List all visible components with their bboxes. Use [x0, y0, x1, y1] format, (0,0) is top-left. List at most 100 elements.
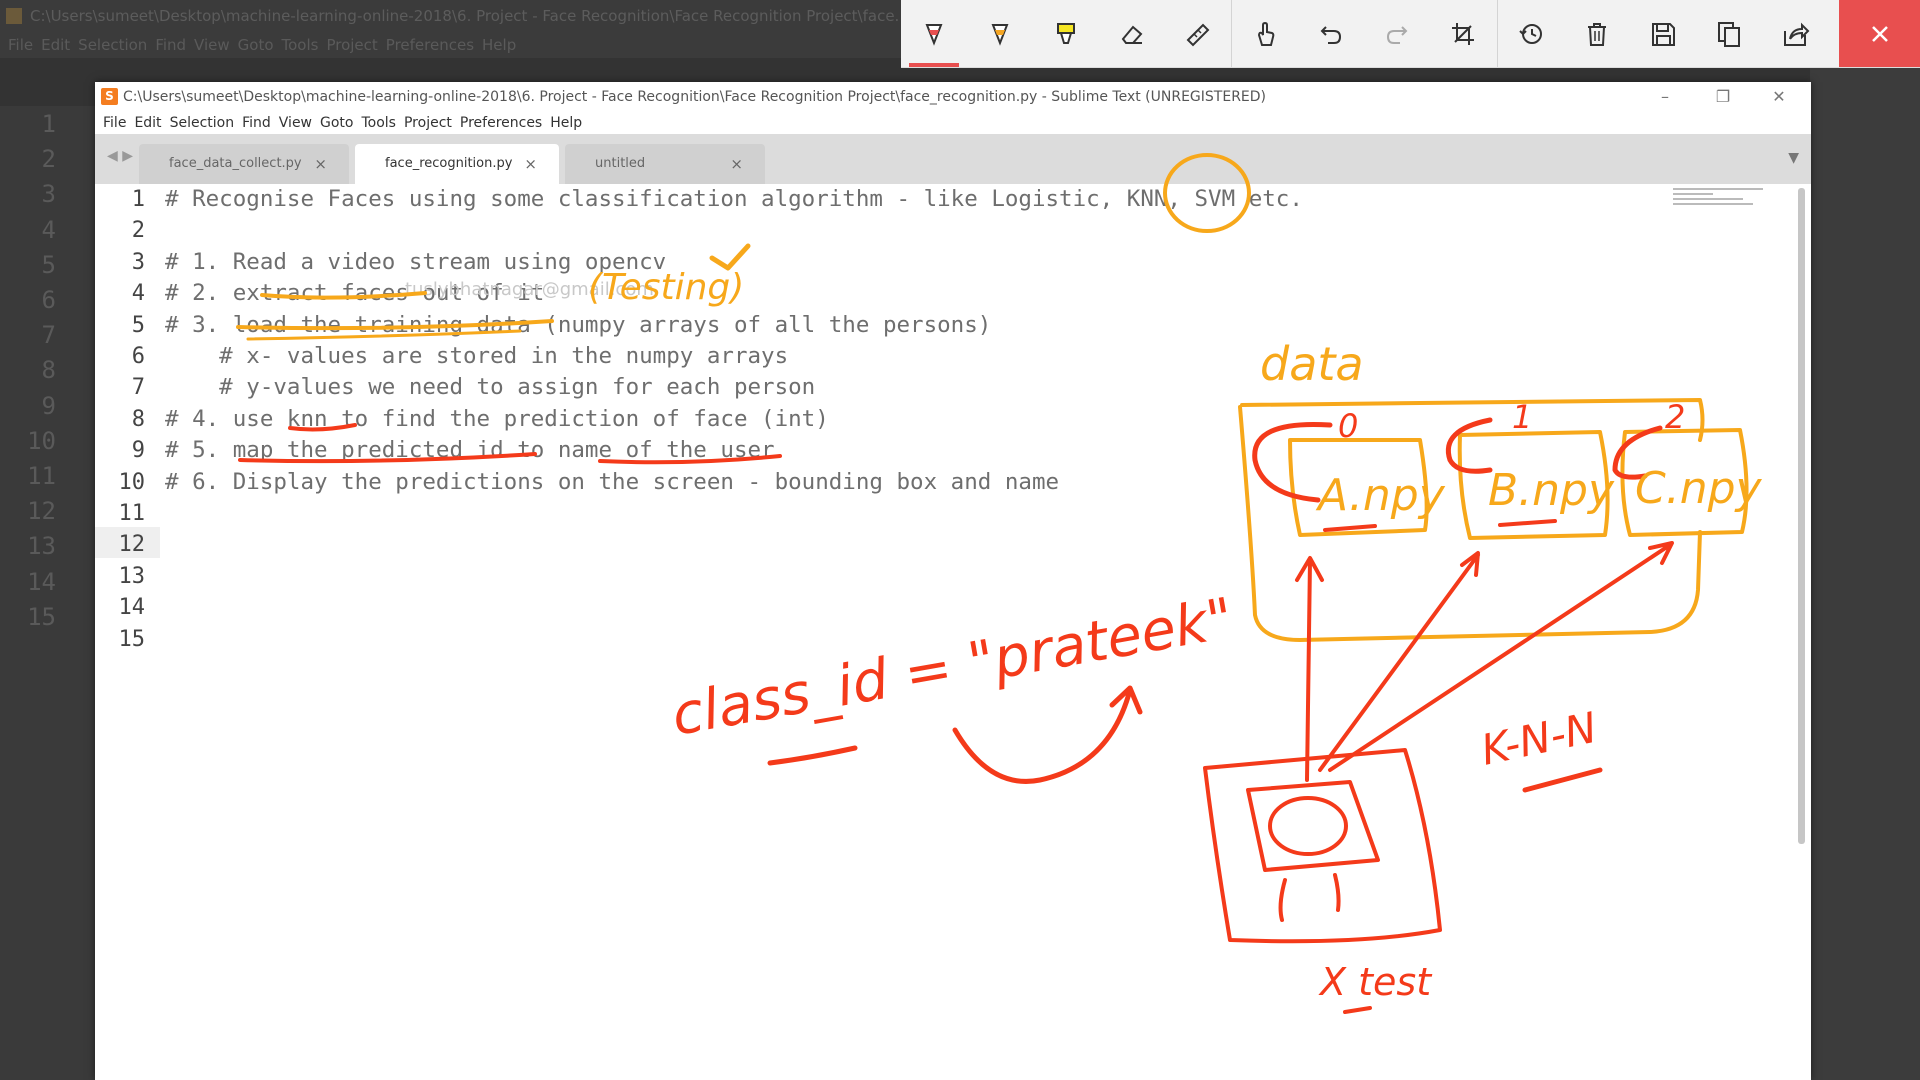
menu-item-project[interactable]: Project [404, 112, 452, 134]
ruler-icon[interactable] [1165, 0, 1231, 67]
menu-item-selection[interactable]: Selection [170, 112, 235, 134]
background-line-number: 8 [41, 356, 56, 385]
code-line[interactable]: # 5. map the predicted id to name of the… [165, 435, 775, 466]
code-line[interactable]: # 3. load the training data (numpy array… [165, 310, 991, 341]
background-menu-item: Help [482, 36, 517, 54]
line-number: 15 [118, 626, 146, 652]
background-line-number: 13 [27, 532, 56, 561]
tab-label: untitled [595, 156, 646, 171]
background-menu-item: Preferences [385, 36, 475, 54]
share-icon[interactable] [1762, 0, 1828, 67]
minimap[interactable] [1673, 188, 1773, 218]
background-line-number: 12 [27, 497, 56, 526]
yellow-pen-icon[interactable] [967, 0, 1033, 67]
highlighter-icon[interactable] [1033, 0, 1099, 67]
line-number: 9 [131, 438, 145, 464]
background-line-number: 7 [41, 321, 56, 350]
line-number: 14 [118, 595, 146, 621]
menu-item-view[interactable]: View [279, 112, 312, 134]
sublime-app-icon: S [101, 88, 118, 105]
sublime-app-icon [6, 8, 22, 24]
line-number: 12 [118, 532, 146, 558]
tab-label: face_data_collect.py [169, 156, 302, 171]
code-line[interactable]: # 4. use knn to find the prediction of f… [165, 404, 829, 435]
tab-close-icon[interactable]: × [730, 144, 743, 184]
code-line[interactable]: # Recognise Faces using some classificat… [165, 184, 1303, 215]
background-line-number: 10 [27, 426, 56, 455]
close-annotation-button[interactable] [1839, 0, 1920, 67]
tab-face-recognition[interactable]: face_recognition.py × [355, 144, 559, 184]
line-number: 7 [131, 375, 145, 401]
tab-nav-arrows-icon[interactable]: ◀ ▶ [107, 148, 133, 164]
background-menu-item: Project [326, 36, 378, 54]
minimize-button[interactable]: – [1637, 82, 1693, 112]
background-line-number: 1 [41, 110, 56, 138]
menu-item-edit[interactable]: Edit [134, 112, 161, 134]
menu-item-help[interactable]: Help [550, 112, 582, 134]
background-menu-item: Goto [237, 36, 274, 54]
window-close-button[interactable]: ✕ [1751, 82, 1807, 112]
line-number: 6 [131, 344, 145, 369]
code-line[interactable]: # 1. Read a video stream using opencv [165, 247, 666, 278]
line-number: 8 [131, 406, 145, 432]
vertical-scrollbar[interactable] [1798, 188, 1805, 844]
copy-icon[interactable] [1696, 0, 1762, 67]
eraser-icon[interactable] [1099, 0, 1165, 67]
touch-write-icon[interactable] [1232, 0, 1298, 67]
tab-dropdown-icon[interactable]: ▼ [1788, 150, 1799, 166]
window-titlebar: S C:\Users\sumeet\Desktop\machine-learni… [95, 82, 1811, 112]
line-number: 4 [131, 281, 145, 307]
background-window-titlebar: C:\Users\sumeet\Desktop\machine-learning… [0, 0, 930, 32]
menu-item-file[interactable]: File [103, 112, 126, 134]
menubar: File Edit Selection Find View Goto Tools Projec… [95, 112, 1811, 134]
line-number: 13 [118, 563, 146, 589]
background-line-number: 5 [41, 250, 56, 279]
tab-untitled[interactable]: untitled × [565, 144, 765, 184]
annotation-toolbar [901, 0, 1920, 68]
undo-icon[interactable] [1298, 0, 1364, 67]
code-line[interactable]: # y-values we need to assign for each pe… [165, 372, 815, 403]
redo-icon[interactable] [1364, 0, 1430, 67]
menu-item-preferences[interactable]: Preferences [460, 112, 542, 134]
tab-label: face_recognition.py [385, 156, 513, 171]
restore-button[interactable]: ❐ [1695, 82, 1751, 112]
background-line-number: 6 [41, 286, 56, 314]
background-line-number: 15 [27, 602, 56, 631]
sublime-editor-window: S C:\Users\sumeet\Desktop\machine-learni… [95, 82, 1811, 1080]
menu-item-find[interactable]: Find [242, 112, 271, 134]
crop-icon[interactable] [1430, 0, 1496, 67]
line-number: 10 [118, 469, 146, 495]
background-right-panel [1810, 58, 1920, 1080]
code-editor[interactable]: 1 2 3 4 5 6 7 8 9 10 11 12 13 14 15 # Recognise Faces … [95, 184, 1811, 1080]
tab-close-icon[interactable]: × [524, 144, 537, 184]
menu-item-goto[interactable]: Goto [320, 112, 353, 134]
menu-item-tools[interactable]: Tools [361, 112, 396, 134]
background-line-number: 4 [41, 215, 56, 244]
background-menu-item: View [194, 36, 230, 54]
watermark-text: tuslybhatnagar@gmail.com [405, 279, 654, 300]
background-menu-item: Edit [41, 36, 71, 54]
line-number: 11 [118, 501, 146, 526]
code-line[interactable]: # 6. Display the predictions on the scre… [165, 467, 1059, 498]
background-line-number: 3 [41, 180, 56, 209]
tab-face-data-collect[interactable]: face_data_collect.py × [139, 144, 349, 184]
delete-icon[interactable] [1564, 0, 1630, 67]
background-gutter: 1 2 3 4 5 6 7 8 9 10 11 12 13 14 15 [0, 106, 96, 1080]
background-line-number: 9 [41, 391, 56, 420]
code-line[interactable]: # x- values are stored in the numpy arra… [165, 341, 788, 372]
save-icon[interactable] [1630, 0, 1696, 67]
line-number: 2 [131, 218, 145, 244]
red-pen-icon[interactable] [901, 0, 967, 67]
background-line-number: 11 [27, 462, 56, 490]
background-menu-item: Tools [281, 36, 319, 54]
background-line-number: 2 [41, 145, 56, 174]
window-title: C:\Users\sumeet\Desktop\machine-learning… [123, 89, 1267, 105]
tab-close-icon[interactable]: × [314, 144, 327, 184]
background-menubar: File Edit Selection Find View Goto Tools Projec… [0, 32, 900, 58]
history-icon[interactable] [1498, 0, 1564, 67]
line-number: 1 [131, 187, 145, 212]
tab-bar: ◀ ▶ face_data_collect.py × face_recognit… [95, 134, 1811, 184]
background-menu-item: Find [155, 36, 187, 54]
line-number: 5 [131, 312, 145, 338]
background-menu-item: Selection [78, 36, 148, 54]
